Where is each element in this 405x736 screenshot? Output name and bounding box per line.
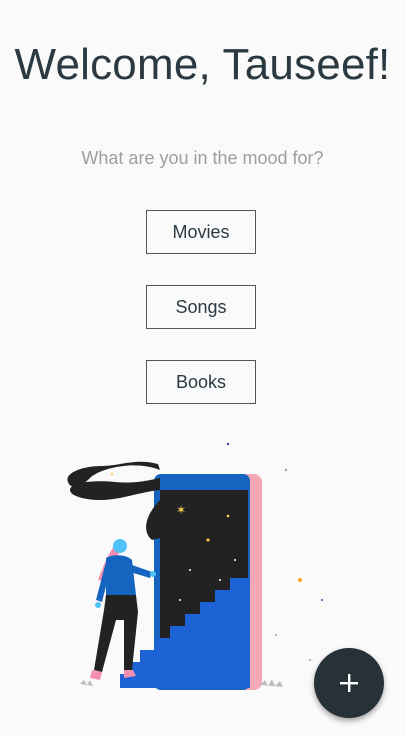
star-dot [206, 538, 210, 542]
star-dot [219, 579, 221, 581]
page-title: Welcome, Tauseef! [14, 40, 391, 89]
songs-button[interactable]: Songs [146, 285, 256, 329]
dust-dot [275, 634, 277, 636]
smoke-puff [72, 472, 88, 478]
books-button[interactable]: Books [146, 360, 256, 404]
ground-grass [80, 680, 93, 686]
plus-icon [340, 674, 358, 692]
star-dot [179, 599, 181, 601]
dust-dot [309, 659, 311, 661]
star-dot [189, 569, 191, 571]
dust-dot [226, 442, 230, 446]
star-dot [226, 514, 230, 518]
movies-button[interactable]: Movies [146, 210, 256, 254]
ground-grass [260, 679, 283, 687]
dust-dot [298, 578, 302, 582]
mood-prompt: What are you in the mood for? [81, 148, 324, 168]
add-button[interactable] [314, 648, 384, 718]
dust-dot [284, 468, 288, 472]
star-dot [234, 559, 236, 561]
dust-dot [321, 599, 323, 601]
star-icon: ✶ [176, 503, 186, 517]
star-dot [110, 472, 114, 476]
smoke-trail [146, 500, 160, 540]
